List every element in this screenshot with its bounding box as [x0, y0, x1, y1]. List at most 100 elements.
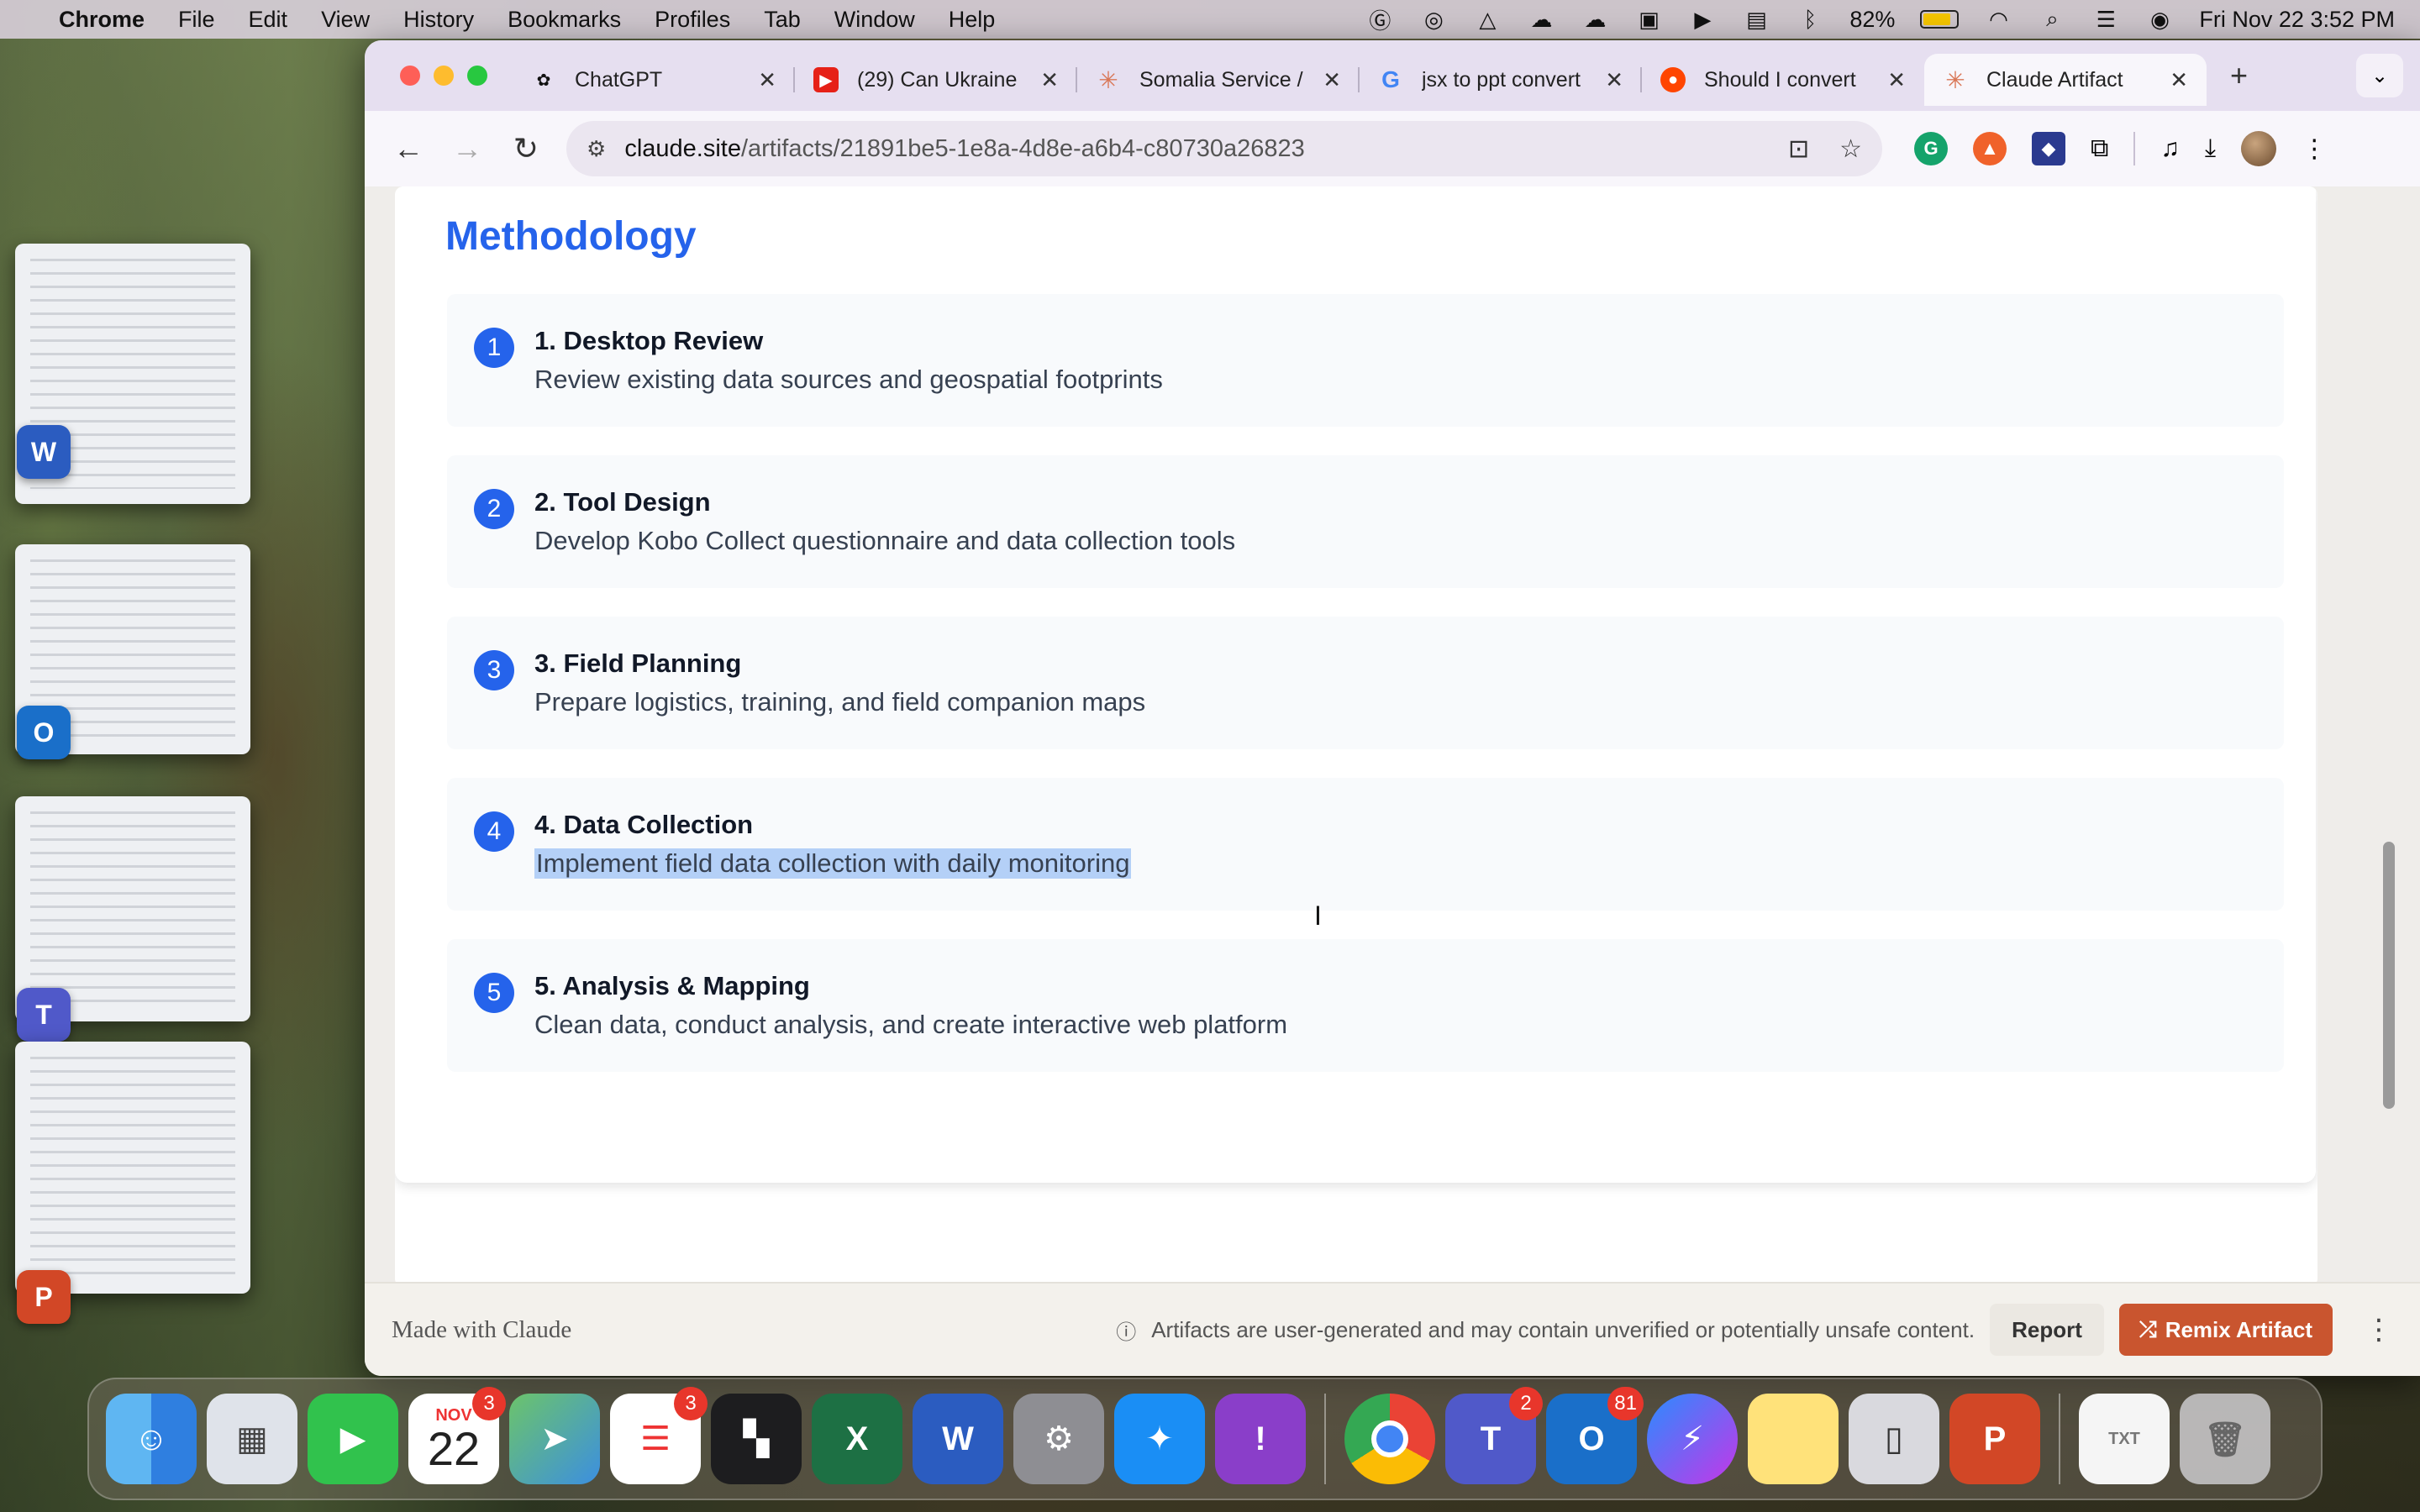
battery-icon[interactable]	[1920, 10, 1960, 29]
calendar-icon[interactable]: NOV 22 3	[408, 1387, 506, 1484]
safari-icon[interactable]: ✦	[1114, 1394, 1205, 1484]
battery-level-fill	[1923, 13, 1950, 25]
menu-edit[interactable]: Edit	[249, 7, 288, 33]
drive-icon[interactable]: △	[1473, 7, 1502, 32]
chrome-icon[interactable]	[1344, 1394, 1435, 1484]
bookmark-star-icon[interactable]: ☆	[1839, 134, 1862, 164]
outlook-icon[interactable]: O 81	[1546, 1387, 1644, 1484]
trash-icon[interactable]: 🗑	[2180, 1394, 2270, 1484]
tab-title: Somalia Service /	[1139, 67, 1303, 92]
system-settings-icon[interactable]: ⚙	[1013, 1394, 1104, 1484]
messenger-icon[interactable]: ⚡	[1647, 1394, 1738, 1484]
menu-help[interactable]: Help	[949, 7, 996, 33]
launchpad-icon[interactable]: ▦	[207, 1394, 297, 1484]
control-center-icon[interactable]: ☰	[2091, 7, 2120, 32]
tab-reddit[interactable]: ● Should I convert ✕	[1642, 54, 1924, 106]
site-info-icon[interactable]: ⚙	[587, 136, 606, 162]
remix-artifact-button[interactable]: ⤮ Remix Artifact	[2118, 1304, 2333, 1356]
iphone-mirroring-icon[interactable]: ▯	[1849, 1394, 1939, 1484]
map-extension-icon[interactable]: ◆	[2032, 132, 2065, 165]
menu-file[interactable]: File	[178, 7, 215, 33]
tab-strip: ✿ ChatGPT ✕ ▶ (29) Can Ukraine ✕ ✳ Somal…	[365, 40, 2420, 111]
download-icon[interactable]: ⤓	[2205, 134, 2216, 163]
fire-extension-icon[interactable]: ▲	[1973, 132, 2007, 165]
tab-chatgpt[interactable]: ✿ ChatGPT ✕	[513, 54, 795, 106]
siri-icon[interactable]: ◉	[2145, 7, 2174, 32]
txt-document-icon[interactable]: TXT	[2079, 1394, 2170, 1484]
board-app-icon[interactable]: ▚	[711, 1394, 802, 1484]
reload-icon[interactable]: ↻	[502, 125, 550, 172]
menu-history[interactable]: History	[403, 7, 474, 33]
reminders-icon[interactable]: ☰ 3	[610, 1387, 708, 1484]
menu-bookmarks[interactable]: Bookmarks	[508, 7, 621, 33]
stage-thumbnail-powerpoint[interactable]	[15, 1042, 250, 1294]
menu-profiles[interactable]: Profiles	[655, 7, 730, 33]
cloud-icon[interactable]: ☁	[1527, 7, 1555, 32]
excel-icon[interactable]: X	[812, 1394, 902, 1484]
media-controls-icon[interactable]: ♫	[2160, 134, 2180, 163]
vpn-icon[interactable]: ◎	[1419, 7, 1448, 32]
install-app-icon[interactable]: ⊡	[1788, 134, 1809, 164]
teams-status-icon[interactable]: ▣	[1634, 7, 1663, 32]
browser-menu-icon[interactable]: ⋮	[2302, 134, 2327, 164]
profile-avatar[interactable]	[2241, 131, 2277, 166]
grammarly-icon[interactable]: Ⓖ	[1365, 7, 1394, 34]
spotlight-search-icon[interactable]: ⌕	[2038, 6, 2066, 32]
menubar-clock[interactable]: Fri Nov 22 3:52 PM	[2199, 7, 2395, 33]
finder-icon[interactable]: ☺	[106, 1394, 197, 1484]
zoom-window-button[interactable]	[467, 66, 487, 86]
wifi-icon[interactable]: ◠	[1984, 7, 2012, 32]
tab-claude-artifact[interactable]: ✳ Claude Artifact ✕	[1924, 54, 2207, 106]
menu-view[interactable]: View	[321, 7, 370, 33]
forward-arrow-icon[interactable]: →	[444, 125, 491, 172]
new-tab-icon[interactable]: +	[2230, 58, 2248, 93]
teams-stage-icon[interactable]: T	[17, 988, 71, 1042]
outlook-badge: 81	[1607, 1387, 1644, 1420]
notes-icon[interactable]	[1748, 1394, 1839, 1484]
teams-icon[interactable]: T2	[1445, 1387, 1543, 1484]
close-tab-icon[interactable]: ✕	[2170, 67, 2188, 93]
outlook-stage-icon[interactable]: O	[17, 706, 71, 759]
powerpoint-stage-icon[interactable]: P	[17, 1270, 71, 1324]
close-tab-icon[interactable]: ✕	[758, 67, 776, 93]
back-arrow-icon[interactable]: ←	[385, 125, 432, 172]
step-title: 2. Tool Design	[534, 487, 711, 517]
close-tab-icon[interactable]: ✕	[1887, 67, 1906, 93]
grammarly-extension-icon[interactable]: G	[1914, 132, 1948, 165]
word-icon[interactable]: W	[913, 1394, 1003, 1484]
google-icon: G	[1381, 66, 1400, 92]
report-button[interactable]: Report	[1990, 1304, 2104, 1356]
step-number-badge: 3	[474, 650, 514, 690]
tab-google[interactable]: G jsx to ppt convert ✕	[1360, 54, 1642, 106]
minimize-window-button[interactable]	[434, 66, 454, 86]
methodology-step: 1 1. Desktop Review Review existing data…	[447, 294, 2284, 427]
facetime-icon[interactable]: ▶	[308, 1394, 398, 1484]
close-window-button[interactable]	[400, 66, 420, 86]
tab-somalia[interactable]: ✳ Somalia Service / ✕	[1077, 54, 1360, 106]
close-tab-icon[interactable]: ✕	[1323, 67, 1341, 93]
menu-app-name[interactable]: Chrome	[59, 7, 145, 33]
page-scrollbar[interactable]	[2383, 842, 2395, 1109]
extensions-puzzle-icon[interactable]: ⧉	[2091, 134, 2108, 163]
tab-search-chevron-icon[interactable]: ⌄	[2356, 54, 2403, 97]
more-options-icon[interactable]: ⋮	[2365, 1313, 2393, 1347]
feedback-icon[interactable]: !	[1215, 1394, 1306, 1484]
close-tab-icon[interactable]: ✕	[1040, 67, 1059, 93]
menu-tab[interactable]: Tab	[764, 7, 801, 33]
close-tab-icon[interactable]: ✕	[1605, 67, 1623, 93]
menu-window[interactable]: Window	[834, 7, 915, 33]
section-title: Methodology	[445, 214, 697, 259]
word-stage-icon[interactable]: W	[17, 425, 71, 479]
dock-separator	[2059, 1394, 2060, 1484]
safety-notice: Artifacts are user-generated and may con…	[1151, 1316, 1975, 1342]
powerpoint-icon[interactable]: P	[1949, 1394, 2040, 1484]
play-icon[interactable]: ▶	[1688, 7, 1717, 32]
address-bar[interactable]: ⚙ claude.site/artifacts/21891be5-1e8a-4d…	[566, 121, 1882, 176]
tab-youtube[interactable]: ▶ (29) Can Ukraine ✕	[795, 54, 1077, 106]
keyboard-icon[interactable]: ▤	[1742, 7, 1770, 32]
maps-icon[interactable]: ➤	[509, 1394, 600, 1484]
made-with-claude-label[interactable]: Made with Claude	[392, 1316, 571, 1344]
bluetooth-icon[interactable]: ᛒ	[1796, 7, 1824, 32]
step-title: 4. Data Collection	[534, 810, 754, 839]
cloud-sync-icon[interactable]: ☁	[1581, 7, 1609, 32]
